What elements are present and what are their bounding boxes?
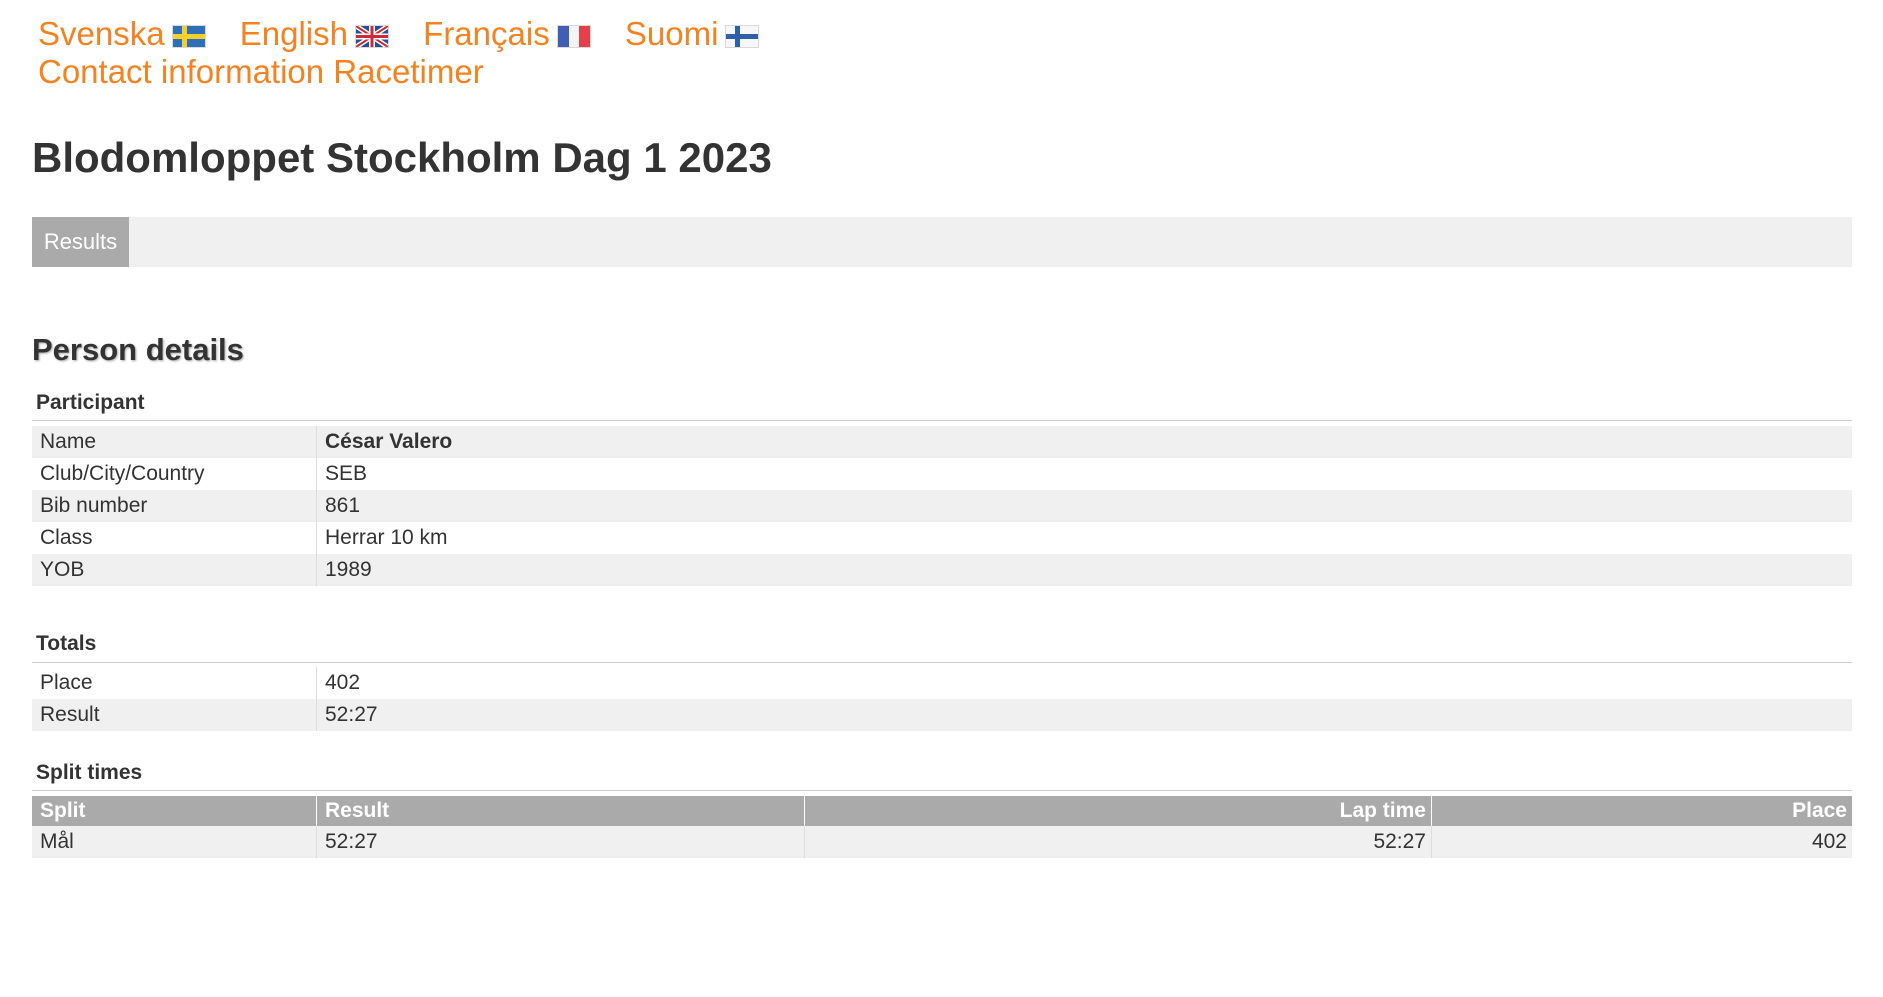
page-heading: Person details xyxy=(32,332,244,367)
language-label: Suomi xyxy=(624,15,719,52)
table-row: YOB 1989 xyxy=(32,554,1852,586)
france-flag-icon xyxy=(557,26,590,47)
sweden-flag-icon xyxy=(172,26,205,47)
contact-row: Contact information Racetimer xyxy=(38,52,484,92)
row-value: Herrar 10 km xyxy=(316,522,1852,554)
row-label: Name xyxy=(32,426,317,458)
column-header-split: Split xyxy=(32,796,317,826)
column-header-result: Result xyxy=(316,796,805,826)
language-link-svenska[interactable]: Svenska xyxy=(38,14,205,54)
table-header-row: Split Result Lap time Place xyxy=(32,796,1852,826)
split-name: Mål xyxy=(32,826,317,858)
row-value: 1989 xyxy=(316,554,1852,586)
event-title: Blodomloppet Stockholm Dag 1 2023 xyxy=(32,134,772,181)
participant-section-title: Participant xyxy=(36,391,145,414)
row-label: Class xyxy=(32,522,317,554)
tab-results[interactable]: Results xyxy=(32,217,129,267)
table-row: Place 402 xyxy=(32,667,1852,699)
split-lap-time: 52:27 xyxy=(804,826,1432,858)
language-selector: Svenska English Français Suomi xyxy=(38,14,784,54)
split-times-table: Split Result Lap time Place Mål 52:27 52… xyxy=(32,796,1852,858)
table-row: Club/City/Country SEB xyxy=(32,458,1852,490)
table-row: Result 52:27 xyxy=(32,699,1852,731)
participant-table: Name César Valero Club/City/Country SEB … xyxy=(32,426,1852,586)
uk-flag-icon xyxy=(355,26,388,47)
split-times-section-title: Split times xyxy=(36,761,143,784)
row-label: Place xyxy=(32,667,317,699)
table-row: Bib number 861 xyxy=(32,490,1852,522)
table-row: Name César Valero xyxy=(32,426,1852,458)
split-place: 402 xyxy=(1431,826,1852,858)
row-value: 52:27 xyxy=(316,699,1852,731)
column-header-lap-time: Lap time xyxy=(804,796,1432,826)
row-value: 402 xyxy=(316,667,1852,699)
divider xyxy=(32,662,1852,663)
totals-table: Place 402 Result 52:27 xyxy=(32,667,1852,731)
column-header-place: Place xyxy=(1431,796,1852,826)
row-label: Result xyxy=(32,699,317,731)
divider xyxy=(32,790,1852,791)
language-link-english[interactable]: English xyxy=(240,14,388,54)
finland-flag-icon xyxy=(726,26,759,47)
table-row: Class Herrar 10 km xyxy=(32,522,1852,554)
contact-information-link[interactable]: Contact information Racetimer xyxy=(38,53,484,90)
totals-section-title: Totals xyxy=(36,632,97,655)
language-label: Français xyxy=(423,15,550,52)
language-link-francais[interactable]: Français xyxy=(423,14,590,54)
tab-bar: Results xyxy=(32,217,1852,267)
row-label: Club/City/Country xyxy=(32,458,317,490)
row-label: YOB xyxy=(32,554,317,586)
table-row: Mål 52:27 52:27 402 xyxy=(32,826,1852,858)
language-label: English xyxy=(239,15,348,52)
row-label: Bib number xyxy=(32,490,317,522)
row-value: SEB xyxy=(316,458,1852,490)
row-value: 861 xyxy=(316,490,1852,522)
participant-name: César Valero xyxy=(316,426,1852,458)
language-label: Svenska xyxy=(38,15,165,52)
split-result: 52:27 xyxy=(316,826,805,858)
language-link-suomi[interactable]: Suomi xyxy=(625,14,759,54)
divider xyxy=(32,420,1852,421)
